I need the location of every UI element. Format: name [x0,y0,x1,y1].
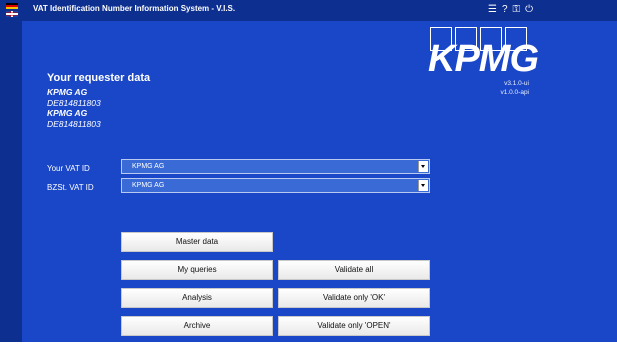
left-strip [0,21,22,342]
validate-ok-button[interactable]: Validate only 'OK' [278,288,430,308]
app-window: VAT Identification Number Information Sy… [0,0,617,342]
api-version: v1.0.0-api [500,89,529,96]
menu-list-icon[interactable]: ☰ [488,3,497,17]
archive-button[interactable]: Archive [121,316,273,336]
bzst-vat-id-value: KPMG AG [132,182,165,189]
vat-id-value: KPMG AG [132,163,165,170]
help-icon[interactable]: ? [502,3,508,17]
toolbar-icons: ☰ ? ⚿ ⏻ [488,3,533,17]
vat-id-select[interactable]: KPMG AG [121,159,430,174]
key-icon[interactable]: ⚿ [513,3,521,17]
master-data-button[interactable]: Master data [121,232,273,252]
requester-name: KPMG AG [47,108,88,118]
requester-vat: DE814811803 [47,119,101,129]
kpmg-logo: KPMG [428,27,539,87]
chevron-down-icon[interactable] [418,161,428,172]
vat-id-label: Your VAT ID [47,164,90,173]
logo-text: KPMG [428,38,539,80]
german-flag-icon[interactable] [6,3,18,9]
requester-name: KPMG AG [47,87,88,97]
bzst-vat-id-select[interactable]: KPMG AG [121,178,430,193]
ui-version: v3.1.0-ui [504,80,529,87]
power-icon[interactable]: ⏻ [525,3,533,17]
analysis-button[interactable]: Analysis [121,288,273,308]
validate-open-button[interactable]: Validate only 'OPEN' [278,316,430,336]
requester-title: Your requester data [47,72,151,84]
validate-all-button[interactable]: Validate all [278,260,430,280]
title-bar: VAT Identification Number Information Sy… [0,0,617,21]
bzst-vat-id-label: BZSt. VAT ID [47,183,94,192]
uk-flag-icon[interactable] [6,11,18,17]
chevron-down-icon[interactable] [418,180,428,191]
my-queries-button[interactable]: My queries [121,260,273,280]
app-title: VAT Identification Number Information Sy… [33,4,236,13]
